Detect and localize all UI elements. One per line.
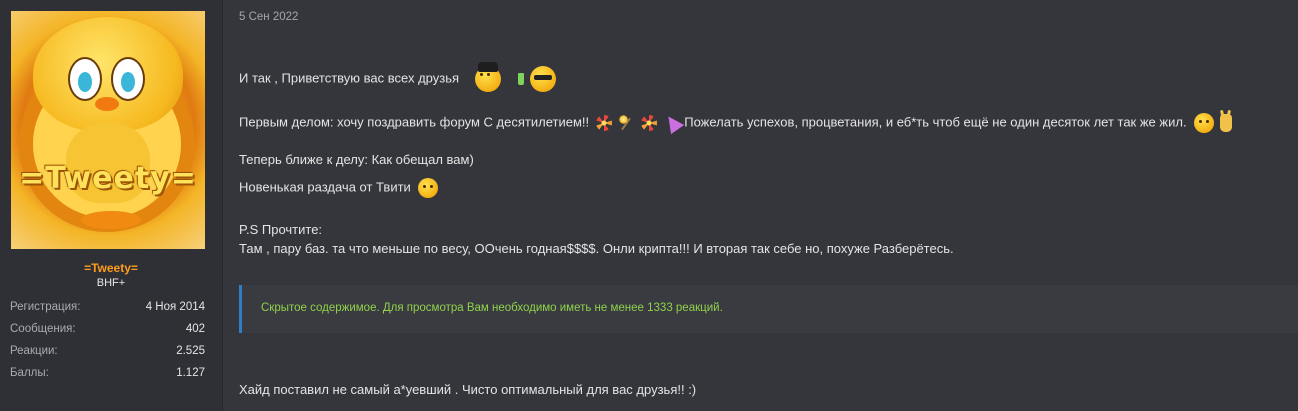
party-popper-icon [661,111,684,135]
sparkler-icon [618,115,634,131]
post-line-release: Новенькая раздача от Твити [239,178,439,198]
post-text: И так , Приветствую вас всех друзья [239,70,460,86]
smiley-hat-icon [474,62,501,92]
firework-icon [595,115,612,131]
avatar-head [33,17,183,132]
firework-icon [641,115,657,131]
stat-value: 4 Ноя 2014 [145,301,205,313]
avatar-beak [95,97,119,111]
drink-icon [518,73,525,85]
post-line-hide-note: Хайд поставил не самый а*уевший . Чисто … [239,382,697,397]
post-body: 5 Сен 2022 И так , Приветствую вас всех … [239,0,1298,411]
post-date[interactable]: 5 Сен 2022 [239,11,298,23]
avatar-nick-text: =Tweety= [19,161,197,196]
user-stats: Регистрация: 4 Ноя 2014 Сообщения: 402 Р… [10,296,205,384]
hugging-face-icon [1194,113,1215,133]
post-text: Новенькая раздача от Твити [239,179,411,195]
user-title: BHF+ [96,277,126,289]
stat-label: Регистрация: [10,301,81,313]
avatar-eye-right [111,57,145,101]
post-line-details: Там , пару баз. та что меньше по весу, О… [239,241,954,256]
post-container: =Tweety= =Tweety= BHF+ Регистрация: 4 Но… [0,0,1298,411]
stat-row-registration: Регистрация: 4 Ноя 2014 [10,296,205,318]
avatar-feet [81,211,141,229]
post-line-congrats: Первым делом: хочу поздравить форум С де… [239,111,1232,135]
hidden-content-notice: Скрытое содержимое. Для просмотра Вам не… [261,302,723,314]
stat-value: 1.127 [176,367,205,379]
post-text: Первым делом: хочу поздравить форум С де… [239,114,590,130]
hidden-content-box: Скрытое содержимое. Для просмотра Вам не… [239,285,1298,333]
stat-value: 2.525 [176,345,205,357]
post-line-closer: Теперь ближе к делу: Как обещал вам) [239,152,474,167]
user-panel: =Tweety= =Tweety= BHF+ Регистрация: 4 Но… [0,0,223,411]
sweating-smiley-icon [418,178,439,198]
stat-label: Реакции: [10,345,58,357]
victory-hand-icon [1219,114,1232,132]
post-text: Пожелать успехов, процветания, и еб*ть ч… [684,114,1187,130]
avatar-eye-left [68,57,102,101]
username-link[interactable]: =Tweety= [0,261,222,275]
stat-label: Сообщения: [10,323,76,335]
post-line-greeting: И так , Приветствую вас всех друзья [239,62,556,92]
stat-row-reactions: Реакции: 2.525 [10,340,205,362]
stat-value: 402 [185,323,205,335]
post-line-ps: P.S Прочтите: [239,222,323,237]
stat-row-messages: Сообщения: 402 [10,318,205,340]
smiley-sunglasses-icon [529,66,556,92]
user-avatar[interactable]: =Tweety= [11,11,205,249]
stat-row-points: Баллы: 1.127 [10,362,205,384]
stat-label: Баллы: [10,367,49,379]
